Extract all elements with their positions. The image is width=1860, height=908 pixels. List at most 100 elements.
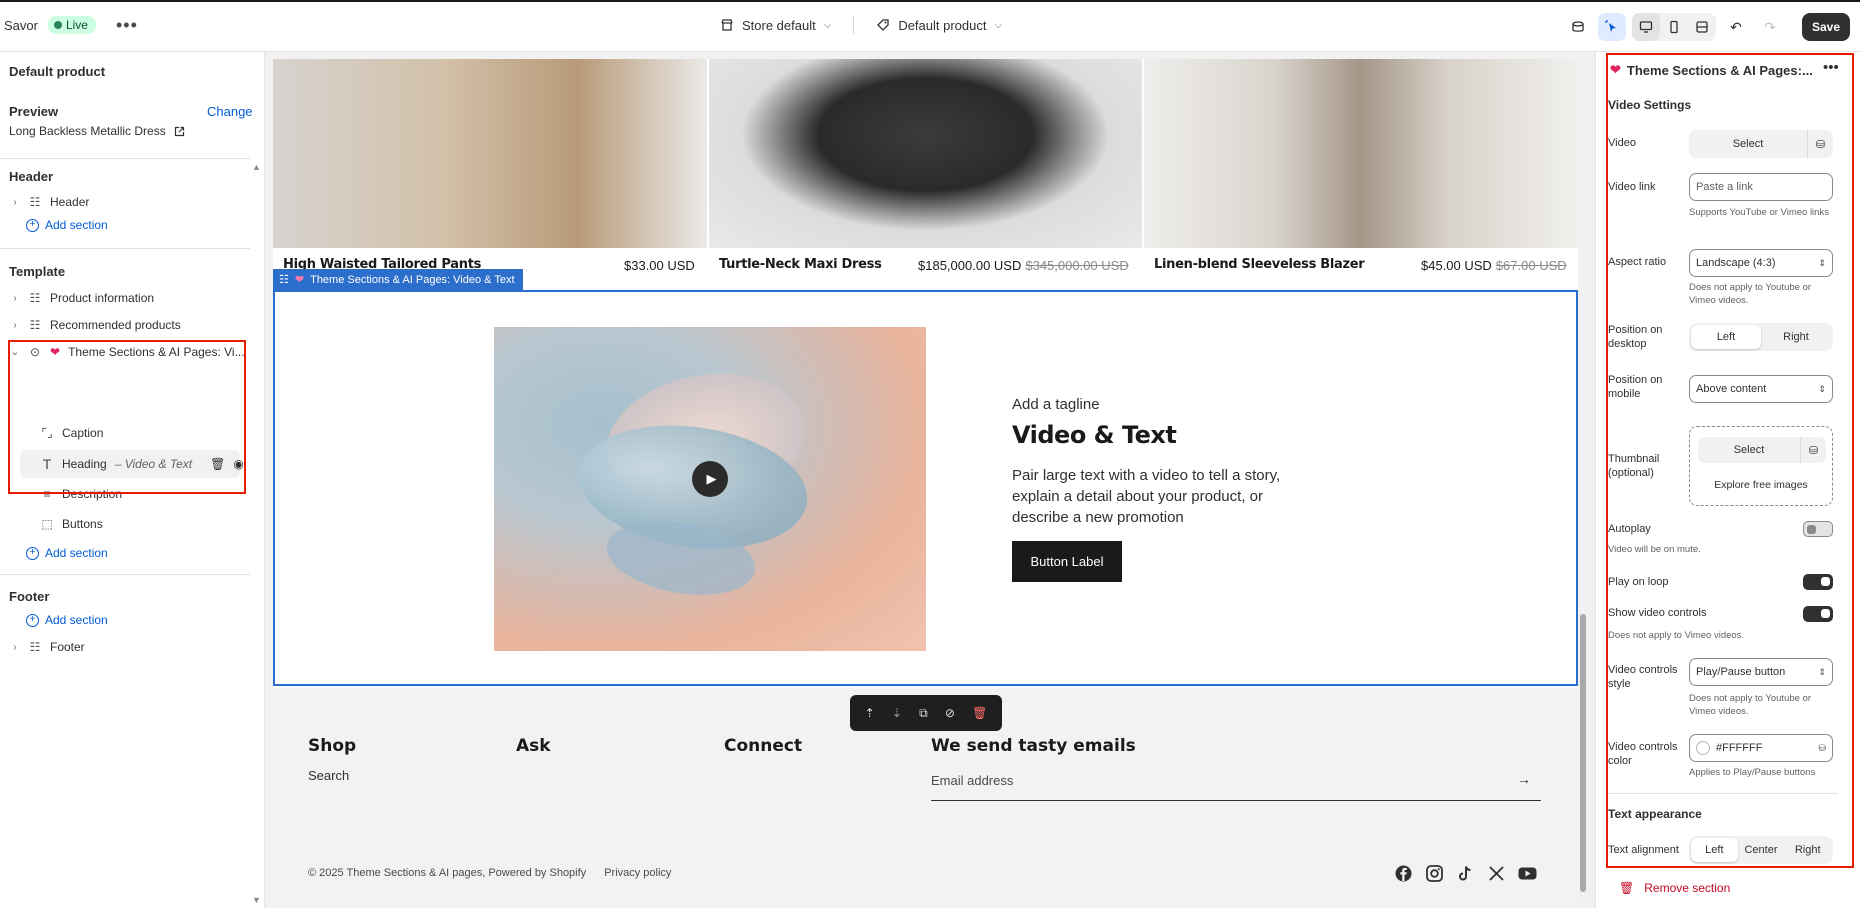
plus-circle-icon: + — [26, 218, 39, 232]
instagram-icon[interactable] — [1425, 864, 1444, 883]
product-image[interactable] — [1144, 59, 1578, 248]
status-badge-label: Live — [65, 18, 88, 32]
external-link-icon — [174, 126, 184, 136]
redo-icon[interactable]: ↷ — [1756, 13, 1784, 41]
section-layout-icon: ☷ — [29, 318, 41, 332]
status-badge: Live — [47, 16, 96, 34]
product-name[interactable]: Turtle-Neck Maxi Dress — [719, 257, 882, 272]
canvas-scrollbar[interactable] — [1580, 614, 1586, 892]
store-dropdown[interactable]: Store default ⌵ — [720, 18, 831, 33]
play-icon[interactable]: ▶ — [692, 461, 728, 497]
footer-bottom: © 2025 Theme Sections & AI pages, Powere… — [308, 867, 671, 879]
youtube-icon[interactable] — [1518, 864, 1537, 883]
tree-item-label: Header — [50, 195, 90, 209]
tree-item-product-information[interactable]: › ☷ Product information — [10, 286, 154, 310]
tagline: Add a tagline — [1012, 396, 1100, 413]
fullwidth-icon[interactable] — [1688, 13, 1716, 41]
heart-icon: ❤ — [294, 274, 305, 286]
tiktok-icon[interactable] — [1456, 864, 1475, 883]
tree-item-footer[interactable]: › ☷ Footer — [10, 635, 85, 659]
scroll-up-icon[interactable]: ▲ — [252, 162, 261, 172]
theme-database-icon[interactable] — [1564, 13, 1592, 41]
divider — [853, 16, 855, 34]
remove-section-button[interactable]: 🗑︎ Remove section — [1619, 881, 1730, 895]
preview-product[interactable]: Long Backless Metallic Dress — [9, 124, 185, 138]
device-switcher — [1631, 13, 1716, 41]
facebook-icon[interactable] — [1394, 864, 1413, 883]
chevron-down-icon: ⌵ — [823, 19, 832, 31]
compare-price: $67.00 USD — [1495, 258, 1567, 273]
duplicate-icon[interactable]: ⧉ — [919, 706, 928, 721]
product-name[interactable]: Linen-blend Sleeveless Blazer — [1154, 257, 1365, 272]
section-layout-icon: ☷ — [29, 640, 41, 654]
plus-circle-icon: + — [26, 546, 39, 560]
compare-price: $345,000.00 USD — [1025, 258, 1129, 273]
template-dropdown[interactable]: Default product ⌵ — [876, 18, 1002, 33]
product-image[interactable] — [709, 59, 1142, 248]
tree-item-label: Product information — [50, 291, 155, 305]
privacy-link[interactable]: Privacy policy — [604, 867, 671, 879]
remove-section-label: Remove section — [1644, 881, 1731, 895]
store-dropdown-label: Store default — [742, 17, 816, 33]
template-dropdown-label: Default product — [898, 17, 987, 33]
more-actions-icon[interactable]: ••• — [116, 16, 138, 34]
add-section-label: Add section — [45, 546, 108, 560]
add-section-footer[interactable]: + Add section — [26, 613, 108, 627]
arrow-right-icon[interactable]: → — [1517, 771, 1531, 787]
price-value: $185,000.00 USD — [918, 258, 1022, 273]
change-preview-link[interactable]: Change — [207, 104, 253, 119]
tree-item-header[interactable]: › ☷ Header — [10, 190, 89, 214]
move-up-icon[interactable]: ⇡ — [865, 706, 875, 720]
block-buttons[interactable]: ⬚ Buttons — [40, 512, 103, 536]
save-button[interactable]: Save — [1801, 13, 1850, 41]
chevron-right-icon[interactable]: › — [10, 293, 20, 304]
scroll-down-icon[interactable]: ▼ — [252, 895, 261, 905]
inspector-select-icon[interactable] — [1597, 13, 1626, 41]
block-label: Buttons — [62, 517, 103, 531]
footer-link-search[interactable]: Search — [308, 768, 349, 783]
group-header: Header — [9, 169, 54, 184]
store-icon — [721, 19, 733, 31]
price-value: $45.00 USD — [1421, 258, 1492, 273]
trash-icon[interactable]: 🗑︎ — [972, 706, 987, 720]
footer-col-ask: Ask — [516, 736, 551, 756]
product-price: $33.00 USD — [624, 258, 695, 273]
add-section-template[interactable]: + Add section — [26, 546, 108, 560]
button-cursor-icon: ⬚ — [41, 517, 53, 531]
tree-item-label: Recommended products — [50, 318, 181, 332]
tree-item-label: Footer — [50, 640, 85, 654]
chevron-right-icon[interactable]: › — [10, 320, 20, 331]
add-section-label: Add section — [45, 218, 108, 232]
chevron-right-icon[interactable]: › — [10, 197, 20, 208]
video-player[interactable]: ▶ — [494, 327, 926, 651]
highlight-box — [1606, 53, 1854, 868]
divider — [0, 158, 250, 159]
tree-item-recommended-products[interactable]: › ☷ Recommended products — [10, 313, 181, 337]
preview-canvas: High Waisted Tailored Pants $33.00 USD T… — [273, 59, 1578, 905]
preview-label: Preview — [9, 104, 59, 119]
move-down-icon[interactable]: ⇣ — [892, 706, 902, 720]
top-bar: Savor Live ••• Store default ⌵ Default p… — [0, 0, 1860, 52]
undo-icon[interactable]: ↶ — [1722, 13, 1750, 41]
highlight-box — [8, 340, 246, 494]
section-layout-icon: ☷ — [29, 291, 41, 305]
product-image[interactable] — [273, 59, 707, 248]
section-floating-toolbar: ⇡ ⇣ ⧉ ⊘ 🗑︎ — [850, 695, 1002, 731]
cta-button[interactable]: Button Label — [1012, 541, 1122, 582]
email-input[interactable]: Email address → — [931, 765, 1541, 801]
desktop-icon[interactable] — [1631, 13, 1660, 41]
add-section-header[interactable]: + Add section — [26, 218, 108, 232]
hide-icon[interactable]: ⊘ — [945, 706, 955, 720]
section-heading: Video & Text — [1012, 421, 1177, 449]
group-footer: Footer — [9, 589, 50, 604]
x-icon[interactable] — [1487, 864, 1506, 883]
mobile-icon[interactable] — [1660, 13, 1688, 41]
chevron-right-icon[interactable]: › — [10, 642, 20, 653]
section-layout-icon: ☷ — [279, 274, 289, 286]
divider — [0, 574, 250, 575]
section-tag[interactable]: ☷ ❤ Theme Sections & AI Pages: Video & T… — [273, 269, 523, 290]
footer-col-shop: Shop — [308, 736, 357, 756]
price-value: $33.00 USD — [624, 258, 695, 273]
template-title: Default product — [9, 64, 106, 79]
plus-circle-icon: + — [26, 613, 39, 627]
